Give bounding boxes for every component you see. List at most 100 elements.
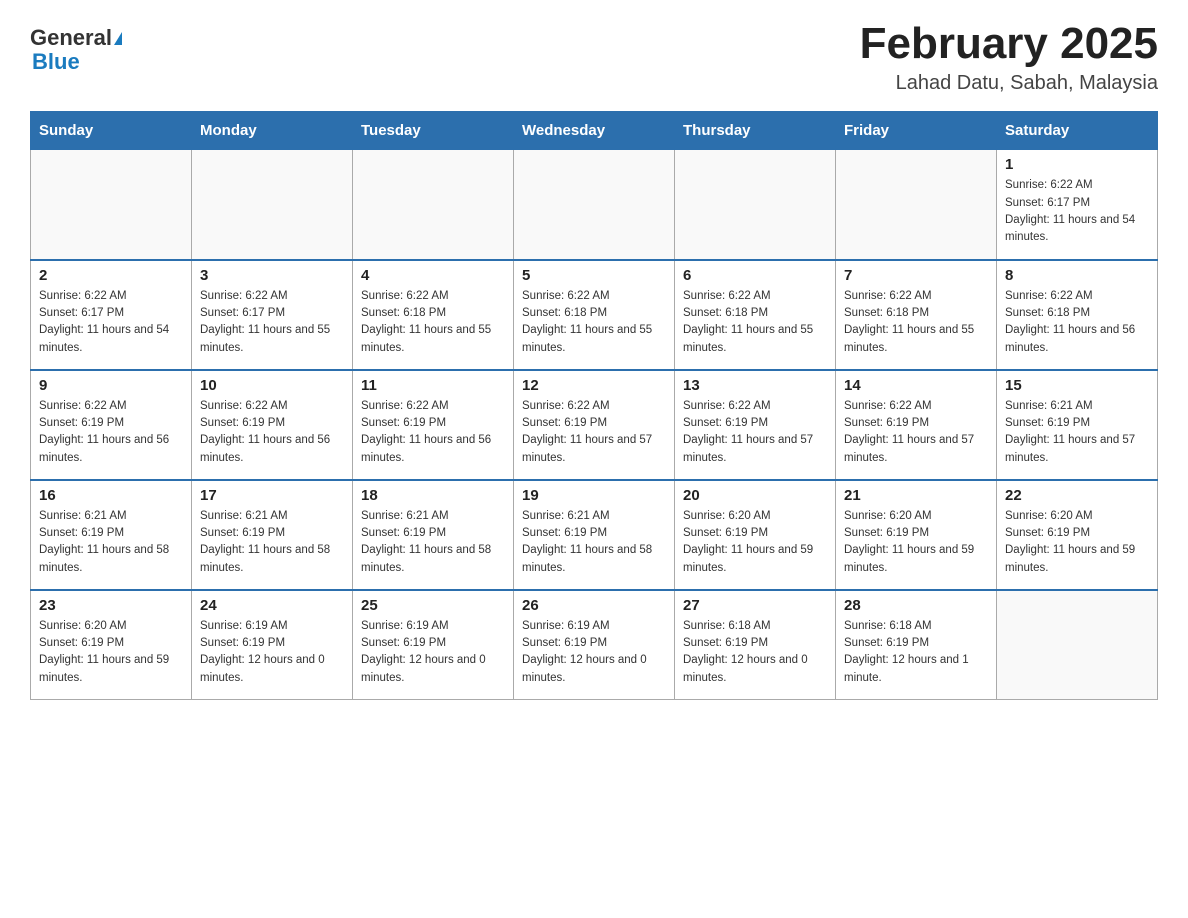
table-row: 8Sunrise: 6:22 AMSunset: 6:18 PMDaylight… (997, 260, 1158, 370)
calendar-body: 1 Sunrise: 6:22 AMSunset: 6:17 PMDaylight… (31, 150, 1158, 700)
table-row: 26 Sunrise: 6:19 AMSunset: 6:19 PMDayligh… (514, 590, 675, 700)
table-row: 7 Sunrise: 6:22 AMSunset: 6:18 PMDaylight… (836, 260, 997, 370)
day-info: Sunrise: 6:22 AMSunset: 6:19 PMDaylight:… (844, 398, 988, 467)
col-thursday: Thursday (675, 112, 836, 150)
table-row: 14 Sunrise: 6:22 AMSunset: 6:19 PMDayligh… (836, 370, 997, 480)
day-number: 22 (1005, 487, 1149, 504)
table-row: 1 Sunrise: 6:22 AMSunset: 6:17 PMDaylight… (997, 150, 1158, 260)
table-row (514, 150, 675, 260)
day-info: Sunrise: 6:22 AMSunset: 6:18 PMDaylight:… (522, 288, 666, 357)
day-number: 13 (683, 377, 827, 394)
day-info: Sunrise: 6:18 AMSunset: 6:19 PMDaylight:… (844, 618, 988, 687)
table-row: 10 Sunrise: 6:22 AMSunset: 6:19 PMDayligh… (192, 370, 353, 480)
day-number: 12 (522, 377, 666, 394)
col-sunday: Sunday (31, 112, 192, 150)
col-friday: Friday (836, 112, 997, 150)
table-row: 28Sunrise: 6:18 AMSunset: 6:19 PMDayligh… (836, 590, 997, 700)
table-row: 18Sunrise: 6:21 AMSunset: 6:19 PMDayligh… (353, 480, 514, 590)
page-subtitle: Lahad Datu, Sabah, Malaysia (860, 72, 1158, 95)
table-row: 20 Sunrise: 6:20 AMSunset: 6:19 PMDayligh… (675, 480, 836, 590)
day-number: 7 (844, 267, 988, 284)
day-info: Sunrise: 6:22 AMSunset: 6:17 PMDaylight:… (1005, 177, 1149, 246)
table-row (192, 150, 353, 260)
table-row: 6 Sunrise: 6:22 AMSunset: 6:18 PMDaylight… (675, 260, 836, 370)
day-number: 1 (1005, 156, 1149, 173)
logo: General Blue (30, 20, 122, 74)
logo-blue: Blue (32, 49, 80, 74)
day-info: Sunrise: 6:20 AMSunset: 6:19 PMDaylight:… (844, 508, 988, 577)
table-row: 12 Sunrise: 6:22 AMSunset: 6:19 PMDayligh… (514, 370, 675, 480)
day-number: 19 (522, 487, 666, 504)
logo-general: General (30, 26, 112, 50)
day-info: Sunrise: 6:21 AMSunset: 6:19 PMDaylight:… (200, 508, 344, 577)
day-number: 25 (361, 597, 505, 614)
page-header: General Blue February 2025 Lahad Datu, S… (30, 20, 1158, 95)
table-row (353, 150, 514, 260)
table-row: 23 Sunrise: 6:20 AMSunset: 6:19 PMDayligh… (31, 590, 192, 700)
table-row: 22 Sunrise: 6:20 AMSunset: 6:19 PMDayligh… (997, 480, 1158, 590)
table-row (31, 150, 192, 260)
day-number: 21 (844, 487, 988, 504)
day-info: Sunrise: 6:22 AMSunset: 6:19 PMDaylight:… (683, 398, 827, 467)
table-row: 11 Sunrise: 6:22 AMSunset: 6:19 PMDayligh… (353, 370, 514, 480)
table-row: 17Sunrise: 6:21 AMSunset: 6:19 PMDayligh… (192, 480, 353, 590)
day-info: Sunrise: 6:22 AMSunset: 6:18 PMDaylight:… (361, 288, 505, 357)
day-number: 16 (39, 487, 183, 504)
day-info: Sunrise: 6:20 AMSunset: 6:19 PMDaylight:… (683, 508, 827, 577)
table-row: 4 Sunrise: 6:22 AMSunset: 6:18 PMDaylight… (353, 260, 514, 370)
day-number: 8 (1005, 267, 1149, 284)
day-info: Sunrise: 6:22 AMSunset: 6:17 PMDaylight:… (39, 288, 183, 357)
page-title: February 2025 (860, 20, 1158, 68)
day-info: Sunrise: 6:22 AMSunset: 6:19 PMDaylight:… (200, 398, 344, 467)
day-number: 4 (361, 267, 505, 284)
table-row: 16 Sunrise: 6:21 AMSunset: 6:19 PMDayligh… (31, 480, 192, 590)
day-number: 6 (683, 267, 827, 284)
day-number: 26 (522, 597, 666, 614)
day-number: 27 (683, 597, 827, 614)
day-info: Sunrise: 6:22 AMSunset: 6:19 PMDaylight:… (361, 398, 505, 467)
day-info: Sunrise: 6:19 AMSunset: 6:19 PMDaylight:… (200, 618, 344, 687)
day-number: 24 (200, 597, 344, 614)
table-row: 9Sunrise: 6:22 AMSunset: 6:19 PMDaylight… (31, 370, 192, 480)
table-row: 15Sunrise: 6:21 AMSunset: 6:19 PMDayligh… (997, 370, 1158, 480)
table-row: 19 Sunrise: 6:21 AMSunset: 6:19 PMDayligh… (514, 480, 675, 590)
day-number: 23 (39, 597, 183, 614)
table-row: 25 Sunrise: 6:19 AMSunset: 6:19 PMDayligh… (353, 590, 514, 700)
day-info: Sunrise: 6:21 AMSunset: 6:19 PMDaylight:… (361, 508, 505, 577)
day-info: Sunrise: 6:21 AMSunset: 6:19 PMDaylight:… (522, 508, 666, 577)
day-info: Sunrise: 6:19 AMSunset: 6:19 PMDaylight:… (522, 618, 666, 687)
title-block: February 2025 Lahad Datu, Sabah, Malaysi… (860, 20, 1158, 95)
table-row: 5Sunrise: 6:22 AMSunset: 6:18 PMDaylight… (514, 260, 675, 370)
day-info: Sunrise: 6:22 AMSunset: 6:18 PMDaylight:… (844, 288, 988, 357)
day-info: Sunrise: 6:20 AMSunset: 6:19 PMDaylight:… (1005, 508, 1149, 577)
table-row: 13 Sunrise: 6:22 AMSunset: 6:19 PMDayligh… (675, 370, 836, 480)
table-row (675, 150, 836, 260)
day-info: Sunrise: 6:22 AMSunset: 6:18 PMDaylight:… (683, 288, 827, 357)
table-row: 24 Sunrise: 6:19 AMSunset: 6:19 PMDayligh… (192, 590, 353, 700)
day-number: 20 (683, 487, 827, 504)
col-wednesday: Wednesday (514, 112, 675, 150)
header-row: Sunday Monday Tuesday Wednesday Thursday… (31, 112, 1158, 150)
day-number: 14 (844, 377, 988, 394)
col-tuesday: Tuesday (353, 112, 514, 150)
day-info: Sunrise: 6:19 AMSunset: 6:19 PMDaylight:… (361, 618, 505, 687)
day-number: 11 (361, 377, 505, 394)
day-number: 9 (39, 377, 183, 394)
day-number: 15 (1005, 377, 1149, 394)
table-row (836, 150, 997, 260)
table-row: 3Sunrise: 6:22 AMSunset: 6:17 PMDaylight… (192, 260, 353, 370)
day-number: 10 (200, 377, 344, 394)
day-info: Sunrise: 6:18 AMSunset: 6:19 PMDaylight:… (683, 618, 827, 687)
col-saturday: Saturday (997, 112, 1158, 150)
logo-triangle-icon (114, 32, 122, 45)
calendar-table: Sunday Monday Tuesday Wednesday Thursday… (30, 111, 1158, 700)
table-row: 2Sunrise: 6:22 AMSunset: 6:17 PMDaylight… (31, 260, 192, 370)
day-info: Sunrise: 6:21 AMSunset: 6:19 PMDaylight:… (39, 508, 183, 577)
table-row: 21 Sunrise: 6:20 AMSunset: 6:19 PMDayligh… (836, 480, 997, 590)
calendar-header: Sunday Monday Tuesday Wednesday Thursday… (31, 112, 1158, 150)
day-info: Sunrise: 6:20 AMSunset: 6:19 PMDaylight:… (39, 618, 183, 687)
table-row (997, 590, 1158, 700)
day-info: Sunrise: 6:22 AMSunset: 6:19 PMDaylight:… (522, 398, 666, 467)
col-monday: Monday (192, 112, 353, 150)
table-row: 27 Sunrise: 6:18 AMSunset: 6:19 PMDayligh… (675, 590, 836, 700)
